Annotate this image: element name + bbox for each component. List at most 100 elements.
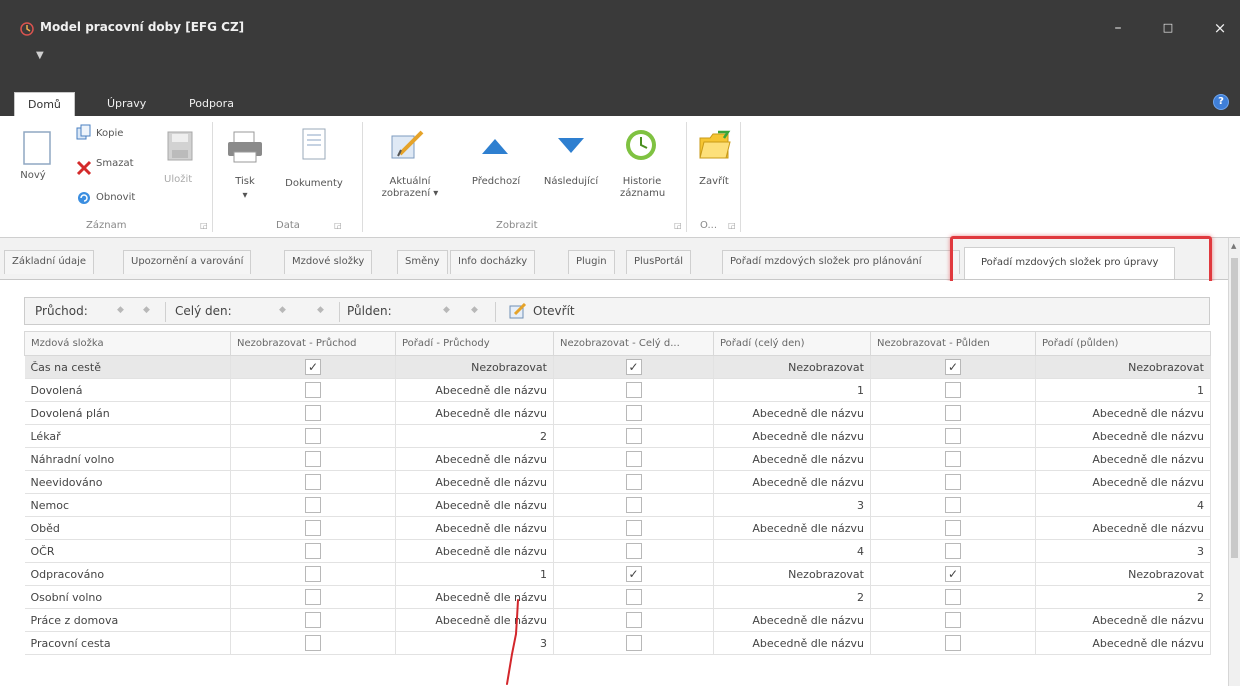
table-row[interactable]: Pracovní cesta 3 Abecedně dle názvu Abecedn… [24,631,1211,655]
checkbox[interactable] [945,497,961,513]
table-row[interactable]: OČR Abecedně dle názvu 4 3 [24,539,1211,563]
checkbox[interactable] [625,612,642,628]
checkbox[interactable] [945,635,961,651]
table-row[interactable]: Odpracováno 1 ✓ Nezobrazovat ✓ Nezobrazovat [24,562,1211,586]
cell-poradi-pulden[interactable]: 4 [1035,493,1211,517]
cell-poradi-pruchody[interactable]: 1 [395,562,554,586]
cell-mzdova-slozka[interactable]: Pracovní cesta [24,631,231,655]
cell-poradi-cely-den[interactable]: Abecedně dle názvu [713,447,871,471]
checkbox[interactable] [945,520,961,536]
cell-poradi-pulden[interactable]: 3 [1035,539,1211,563]
cell-mzdova-slozka[interactable]: Osobní volno [24,585,231,609]
cell-poradi-pulden[interactable]: Abecedně dle názvu [1035,424,1211,448]
cell-mzdova-slozka[interactable]: Čas na cestě [24,355,231,379]
column-header[interactable]: Pořadí (celý den) [713,331,871,356]
checkbox[interactable] [625,520,642,536]
group-o-launcher[interactable]: ◲ [728,221,736,230]
pulden-up-icon[interactable]: ◆ [443,305,450,315]
checkbox[interactable] [305,566,321,582]
help-icon[interactable]: ? [1213,94,1229,110]
cell-poradi-pulden[interactable]: 1 [1035,378,1211,402]
cell-poradi-pruchody[interactable]: 2 [395,424,554,448]
checkbox[interactable] [305,589,321,605]
checkbox[interactable] [625,382,642,398]
tab-info-dochazky[interactable]: Info docházky [450,250,536,274]
checkbox[interactable]: ✓ [305,359,321,375]
checkbox[interactable]: ✓ [625,359,642,375]
group-data-launcher[interactable]: ◲ [334,221,342,230]
column-header[interactable]: Nezobrazovat - Průchod [230,331,396,356]
checkbox[interactable] [625,543,642,559]
cell-poradi-cely-den[interactable]: Nezobrazovat [713,562,871,586]
cell-mzdova-slozka[interactable]: Nemoc [24,493,231,517]
checkbox[interactable] [625,405,642,421]
table-row[interactable]: Nemoc Abecedně dle názvu 3 4 [24,493,1211,517]
cell-poradi-cely-den[interactable]: 2 [713,585,871,609]
cell-poradi-pulden[interactable]: Abecedně dle názvu [1035,470,1211,494]
column-header[interactable]: Nezobrazovat - Půlden [870,331,1036,356]
checkbox[interactable] [305,474,321,490]
pulden-down-icon[interactable]: ◆ [471,305,478,315]
tab-plusportal[interactable]: PlusPortál [626,250,692,274]
open-icon[interactable] [509,302,527,322]
checkbox[interactable] [305,612,321,628]
checkbox[interactable] [625,451,642,467]
checkbox[interactable] [305,635,321,651]
table-row[interactable]: Náhradní volno Abecedně dle názvu Abecedně… [24,447,1211,471]
checkbox[interactable] [945,428,961,444]
checkbox[interactable] [305,428,321,444]
table-row[interactable]: Oběd Abecedně dle názvu Abecedně dle názvu… [24,516,1211,540]
cell-poradi-cely-den[interactable]: Abecedně dle názvu [713,401,871,425]
tab-podpora[interactable]: Podpora [176,92,247,116]
tab-domu[interactable]: Domů [14,92,75,116]
tab-smeny[interactable]: Směny [397,250,448,274]
cell-poradi-cely-den[interactable]: Abecedně dle názvu [713,424,871,448]
cell-poradi-pruchody[interactable]: Abecedně dle názvu [395,493,554,517]
tab-zakladni-udaje[interactable]: Základní údaje [4,250,95,274]
tab-upravy[interactable]: Úpravy [94,92,159,116]
cell-poradi-pruchody[interactable]: Abecedně dle názvu [395,539,554,563]
table-row[interactable]: Čas na cestě ✓ Nezobrazovat ✓ Nezobrazovat ✓ N… [24,355,1211,379]
scroll-thumb[interactable] [1231,258,1238,558]
cell-poradi-pruchody[interactable]: Abecedně dle názvu [395,470,554,494]
open-label[interactable]: Otevřít [533,304,575,318]
cell-poradi-pulden[interactable]: Abecedně dle názvu [1035,516,1211,540]
checkbox[interactable] [945,589,961,605]
cell-poradi-pulden[interactable]: Nezobrazovat [1035,355,1211,379]
checkbox[interactable] [305,451,321,467]
checkbox[interactable] [945,382,961,398]
pruchod-down-icon[interactable]: ◆ [143,305,150,315]
cell-mzdova-slozka[interactable]: Práce z domova [24,608,231,632]
quick-access-dropdown[interactable]: ▼ [36,50,44,61]
table-row[interactable]: Osobní volno Abecedně dle názvu 2 2 [24,585,1211,609]
checkbox[interactable]: ✓ [625,566,642,582]
cell-mzdova-slozka[interactable]: Oběd [24,516,231,540]
checkbox[interactable] [945,474,961,490]
checkbox[interactable]: ✓ [945,566,961,582]
cell-mzdova-slozka[interactable]: Dovolená plán [24,401,231,425]
cell-poradi-pruchody[interactable]: Abecedně dle názvu [395,401,554,425]
cell-mzdova-slozka[interactable]: OČR [24,539,231,563]
cell-poradi-pulden[interactable]: Abecedně dle názvu [1035,631,1211,655]
checkbox[interactable] [945,451,961,467]
cell-poradi-cely-den[interactable]: Abecedně dle názvu [713,608,871,632]
checkbox[interactable] [625,428,642,444]
column-header[interactable]: Pořadí (půlden) [1035,331,1211,356]
table-row[interactable]: Dovolená plán Abecedně dle názvu Abecedně … [24,401,1211,425]
group-zaznam-launcher[interactable]: ◲ [200,221,208,230]
cell-poradi-pruchody[interactable]: Abecedně dle názvu [395,447,554,471]
cell-poradi-cely-den[interactable]: Abecedně dle názvu [713,631,871,655]
checkbox[interactable] [305,543,321,559]
cely-den-down-icon[interactable]: ◆ [317,305,324,315]
cell-poradi-cely-den[interactable]: Nezobrazovat [713,355,871,379]
checkbox[interactable] [945,612,961,628]
checkbox[interactable] [945,543,961,559]
checkbox[interactable] [625,497,642,513]
cell-poradi-pulden[interactable]: Abecedně dle názvu [1035,401,1211,425]
checkbox[interactable]: ✓ [945,359,961,375]
pruchod-up-icon[interactable]: ◆ [117,305,124,315]
column-header[interactable]: Nezobrazovat - Celý d... [553,331,714,356]
maximize-button[interactable]: □ [1156,18,1180,38]
checkbox[interactable] [305,497,321,513]
tab-upozorneni[interactable]: Upozornění a varování [123,250,252,274]
